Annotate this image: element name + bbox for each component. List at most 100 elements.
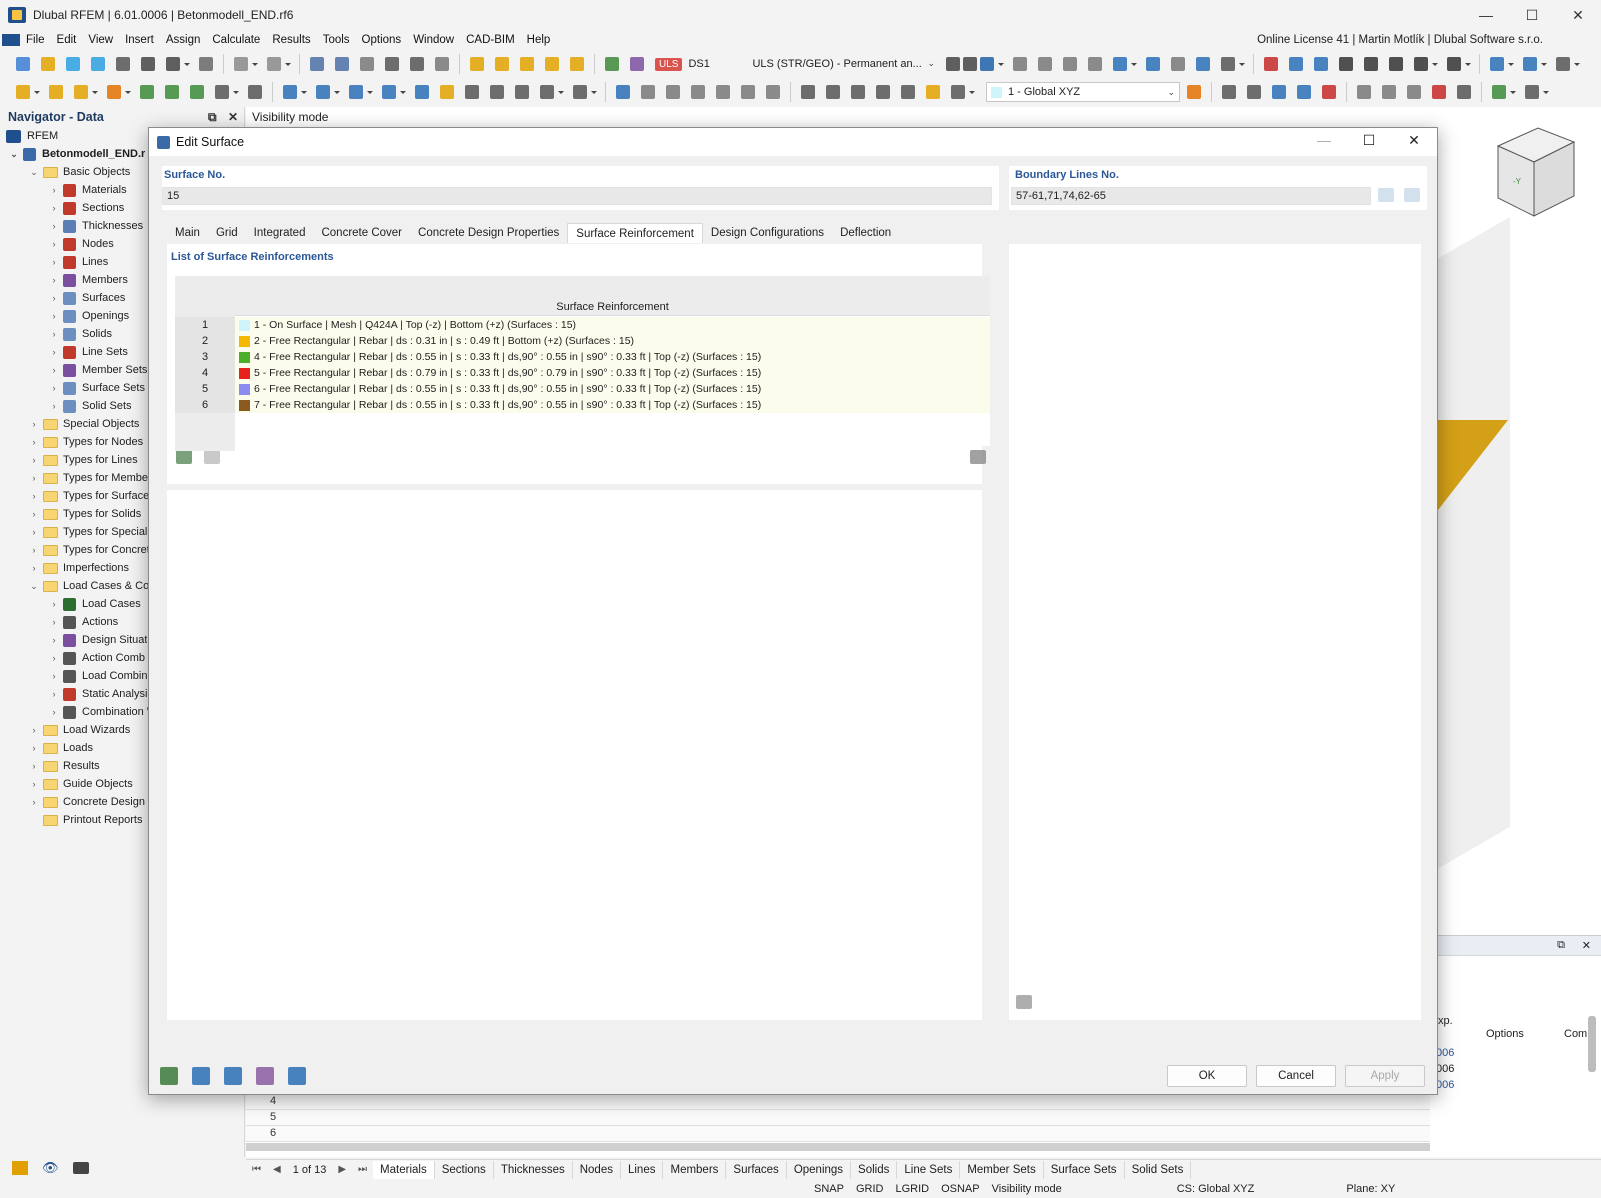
workplane-icon[interactable] [1268,81,1290,103]
view-select[interactable]: 1 - Global XYZ ⌄ [986,82,1180,102]
close-icon[interactable]: ✕ [228,110,238,124]
tree-item[interactable]: › Design Situat [48,631,147,649]
menu-cad-bim[interactable]: CAD-BIM [460,30,521,50]
table-tab[interactable]: Line Sets [897,1160,961,1179]
surface-icon[interactable] [279,81,309,103]
result-values-icon[interactable] [1142,53,1164,75]
tab-concrete-design-properties[interactable]: Concrete Design Properties [410,223,567,243]
print-report-icon[interactable] [162,53,192,75]
tree-item[interactable]: ⌄ Load Cases & Co [28,577,149,595]
measure-tool-icon[interactable] [1521,81,1551,103]
chevron-right-icon[interactable]: › [48,689,60,699]
menu-tools[interactable]: Tools [317,30,356,50]
status-grid[interactable]: GRID [850,1180,890,1198]
reinforcement-cell[interactable]: 4 - Free Rectangular | Rebar | ds : 0.55… [235,349,990,365]
pick-lines-icon[interactable] [1375,185,1397,205]
isometric-icon[interactable] [1285,53,1307,75]
view-axis-icon[interactable] [1443,53,1473,75]
tree-item[interactable]: › Openings [48,307,129,325]
close-window-button[interactable]: ✕ [1555,0,1601,30]
chevron-right-icon[interactable]: › [48,401,60,411]
minimize-button[interactable]: — [1463,0,1509,30]
tree-item[interactable]: › Thicknesses [48,217,143,235]
results-icon[interactable] [516,53,538,75]
tree-item[interactable]: › Special Objects [28,415,140,433]
tab-main[interactable]: Main [167,223,208,243]
tree-item[interactable]: › Types for Surface [28,487,150,505]
tree-item[interactable]: › Types for Membe [28,469,148,487]
filter-icon[interactable] [976,53,1006,75]
chevron-right-icon[interactable]: › [48,365,60,375]
number-format-icon[interactable] [158,1065,180,1087]
sections-icon[interactable] [1109,53,1139,75]
tree-root[interactable]: RFEM [4,127,58,145]
status-osnap[interactable]: OSNAP [935,1180,986,1198]
object-snap-icon[interactable] [1293,81,1315,103]
reinforcement-cell[interactable]: 6 - Free Rectangular | Rebar | ds : 0.55… [235,381,990,397]
tree-item[interactable]: › Static Analysi [48,685,147,703]
cancel-button[interactable]: Cancel [1256,1065,1336,1087]
status-lgrid[interactable]: LGRID [889,1180,935,1198]
new-node-icon[interactable] [12,81,42,103]
table-tab[interactable]: Thicknesses [494,1160,573,1179]
mirror-icon[interactable] [461,81,483,103]
load-case-prev-icon[interactable] [601,53,623,75]
chevron-down-icon[interactable]: ⌄ [28,167,40,178]
next-arrow-icon[interactable] [959,53,977,75]
scale-objects-icon[interactable] [511,81,533,103]
tree-item[interactable]: › Load Cases [48,595,141,613]
tree-item[interactable]: › Sections [48,199,124,217]
table-tab[interactable]: Surface Sets [1044,1160,1125,1179]
printout-icon[interactable] [195,53,217,75]
chevron-right-icon[interactable]: › [28,779,40,789]
tree-item[interactable]: › Line Sets [48,343,128,361]
axis-y-icon[interactable] [1360,53,1382,75]
tree-item[interactable]: › Solid Sets [48,397,132,415]
menu-edit[interactable]: Edit [51,30,83,50]
load-case-next-icon[interactable] [626,53,648,75]
table-tab[interactable]: Surfaces [726,1160,787,1179]
tree-item[interactable]: › Solids [48,325,112,343]
maximize-button[interactable]: ☐ [1354,132,1384,152]
view-2d-icon[interactable] [1310,53,1332,75]
close-icon[interactable]: ✕ [1582,939,1591,952]
menu-options[interactable]: Options [356,30,408,50]
support-icon[interactable] [136,81,158,103]
menu-view[interactable]: View [82,30,119,50]
chevron-right-icon[interactable]: › [28,419,40,429]
box-icon[interactable] [712,81,734,103]
save-icon[interactable] [137,53,159,75]
tree-item[interactable]: › Member Sets [48,361,147,379]
minimize-button[interactable]: — [1309,132,1339,152]
chevron-right-icon[interactable]: › [28,725,40,735]
line-render-icon[interactable] [1552,53,1582,75]
status-snap[interactable]: SNAP [808,1180,850,1198]
last-page-icon[interactable]: ⏭ [352,1164,373,1175]
table-tab[interactable]: Member Sets [960,1160,1044,1179]
optimization-icon[interactable] [566,53,588,75]
solid-icon[interactable] [345,81,375,103]
menu-assign[interactable]: Assign [160,30,207,50]
display-eye-icon[interactable]: 👁 [42,1160,59,1176]
line-support-icon[interactable] [161,81,183,103]
chevron-right-icon[interactable]: › [28,509,40,519]
table-tab[interactable]: Lines [621,1160,664,1179]
chevron-down-icon[interactable]: ⌄ [8,149,20,160]
move-icon[interactable] [411,81,433,103]
close-dialog-button[interactable]: ✕ [1399,132,1429,152]
tab-surface-reinforcement[interactable]: Surface Reinforcement [567,223,703,243]
tree-item[interactable]: › Concrete Design [28,793,145,811]
new-model-icon[interactable] [12,53,34,75]
dimension3-icon[interactable] [847,81,869,103]
table-tab[interactable]: Materials [373,1160,435,1179]
mirror-tool-icon[interactable] [1403,81,1425,103]
connect-icon[interactable] [569,81,599,103]
chevron-right-icon[interactable]: › [48,275,60,285]
chevron-right-icon[interactable]: › [28,437,40,447]
reverse-icon[interactable] [1401,185,1423,205]
dimension2-icon[interactable] [822,81,844,103]
pin-icon[interactable]: ⧉ [208,110,217,125]
anchor-icon[interactable] [737,81,759,103]
prev-page-icon[interactable]: ◀ [267,1164,287,1175]
next-page-icon[interactable]: ▶ [332,1164,352,1175]
